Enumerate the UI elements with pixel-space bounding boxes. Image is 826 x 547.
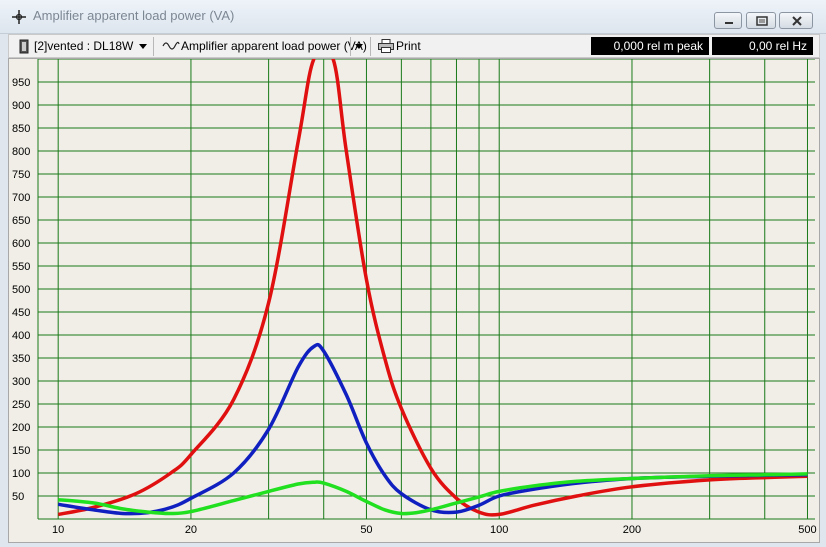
y-tick-label: 250 [12,399,30,411]
x-tick-label: 10 [52,524,64,536]
y-tick-label: 350 [12,353,30,365]
window-title: Amplifier apparent load power (VA) [33,8,235,23]
toolbar-separator [350,37,351,56]
project-select[interactable]: [2]vented : DL18W [34,38,133,55]
y-tick-label: 450 [12,307,30,319]
y-tick-label: 400 [12,330,30,342]
project-dropdown-arrow-icon[interactable] [136,35,150,57]
graph-toolbar: [2]vented : DL18W Amplifier apparent loa… [8,34,820,58]
minimize-button[interactable] [714,12,742,29]
y-tick-label: 800 [12,146,30,158]
restore-icon [756,16,768,26]
y-tick-label: 900 [12,100,30,112]
y-tick-label: 650 [12,215,30,227]
printer-icon [378,39,394,53]
project-icon [19,39,29,54]
toolbar-separator [370,37,371,56]
title-bar: Amplifier apparent load power (VA) [0,0,826,34]
y-tick-label: 950 [12,77,30,89]
x-tick-label: 500 [798,524,816,536]
print-label: Print [396,39,421,53]
chart-area[interactable]: 50 100 150 200 250 300 350 400 450 500 550 600 650 70… [8,58,820,543]
x-tick-label: 100 [490,524,508,536]
x-tick-label: 50 [360,524,372,536]
graph-dropdown-arrow-icon[interactable] [352,35,366,57]
x-tick-label: 200 [623,524,641,536]
y-tick-label: 600 [12,238,30,250]
curve-icon [162,41,180,50]
y-tick-label: 850 [12,123,30,135]
blue-series-line [57,342,808,516]
y-tick-label: 300 [12,376,30,388]
close-icon [792,16,802,26]
y-tick-label: 100 [12,468,30,480]
x-tick-label: 20 [185,524,197,536]
minimize-icon [725,22,733,24]
y-tick-label: 700 [12,192,30,204]
y-tick-label: 550 [12,261,30,273]
plot-svg[interactable]: 50 100 150 200 250 300 350 400 450 500 550 600 650 70… [9,59,819,542]
app-crosshair-icon [12,10,26,24]
red-series-line [57,59,808,517]
graph-type-select[interactable]: Amplifier apparent load power (VA) [181,38,367,55]
y-tick-label: 50 [12,491,24,503]
print-button[interactable]: Print [377,35,425,57]
y-tick-label: 200 [12,422,30,434]
maximize-button[interactable] [746,12,776,29]
frequency-readout: 0,00 rel Hz [712,37,813,55]
peak-readout: 0,000 rel m peak [591,37,709,55]
toolbar-separator [153,37,154,56]
y-tick-label: 500 [12,284,30,296]
close-button[interactable] [779,12,813,29]
y-tick-label: 150 [12,445,30,457]
y-tick-label: 750 [12,169,30,181]
